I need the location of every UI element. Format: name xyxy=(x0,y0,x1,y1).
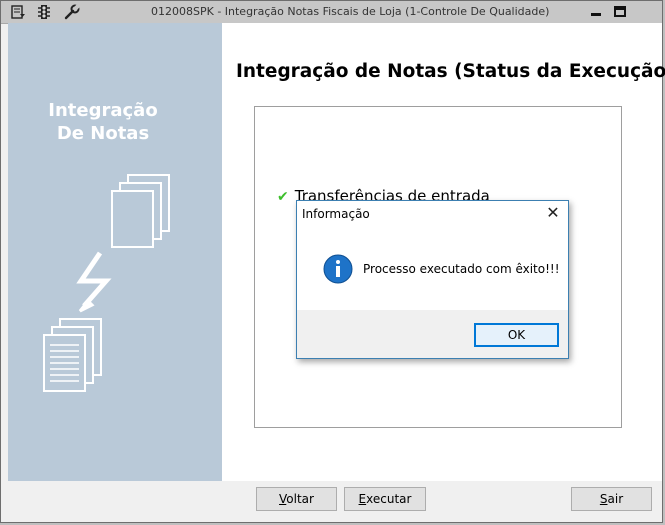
info-icon xyxy=(323,254,353,284)
close-icon[interactable]: ✕ xyxy=(544,204,562,222)
dialog-footer: OK xyxy=(297,310,568,358)
exit-button-rest: air xyxy=(607,492,624,506)
info-dialog: Informação ✕ Processo executado com êxit… xyxy=(296,200,569,359)
traffic-light-icon[interactable] xyxy=(36,4,52,20)
maximize-icon[interactable] xyxy=(611,4,629,20)
minimize-icon[interactable] xyxy=(587,4,605,20)
execute-button-rest: xecutar xyxy=(366,492,412,506)
dialog-message: Processo executado com êxito!!! xyxy=(363,262,560,276)
ok-button[interactable]: OK xyxy=(474,323,559,347)
back-button[interactable]: Voltar xyxy=(256,487,337,511)
page-title: Integração de Notas (Status da Execução) xyxy=(236,61,665,82)
sidebar-title-line1: Integração xyxy=(48,100,158,121)
sidebar-title-line2: De Notas xyxy=(56,123,150,144)
title-bar: 012008SPK - Integração Notas Fiscais de … xyxy=(1,1,662,24)
menu-icon[interactable] xyxy=(10,4,26,20)
execute-button[interactable]: Executar xyxy=(344,487,426,511)
sidebar-title: Integração De Notas xyxy=(8,99,198,145)
back-button-rest: oltar xyxy=(286,492,314,506)
window-title: 012008SPK - Integração Notas Fiscais de … xyxy=(151,5,550,18)
wrench-icon[interactable] xyxy=(64,4,80,20)
footer-bar: Voltar Executar Sair xyxy=(8,481,662,522)
document-transfer-icon xyxy=(43,174,170,392)
check-icon: ✔ xyxy=(277,189,289,205)
sidebar-panel: Integração De Notas xyxy=(8,23,222,481)
dialog-title: Informação xyxy=(302,207,370,221)
exit-button[interactable]: Sair xyxy=(571,487,652,511)
